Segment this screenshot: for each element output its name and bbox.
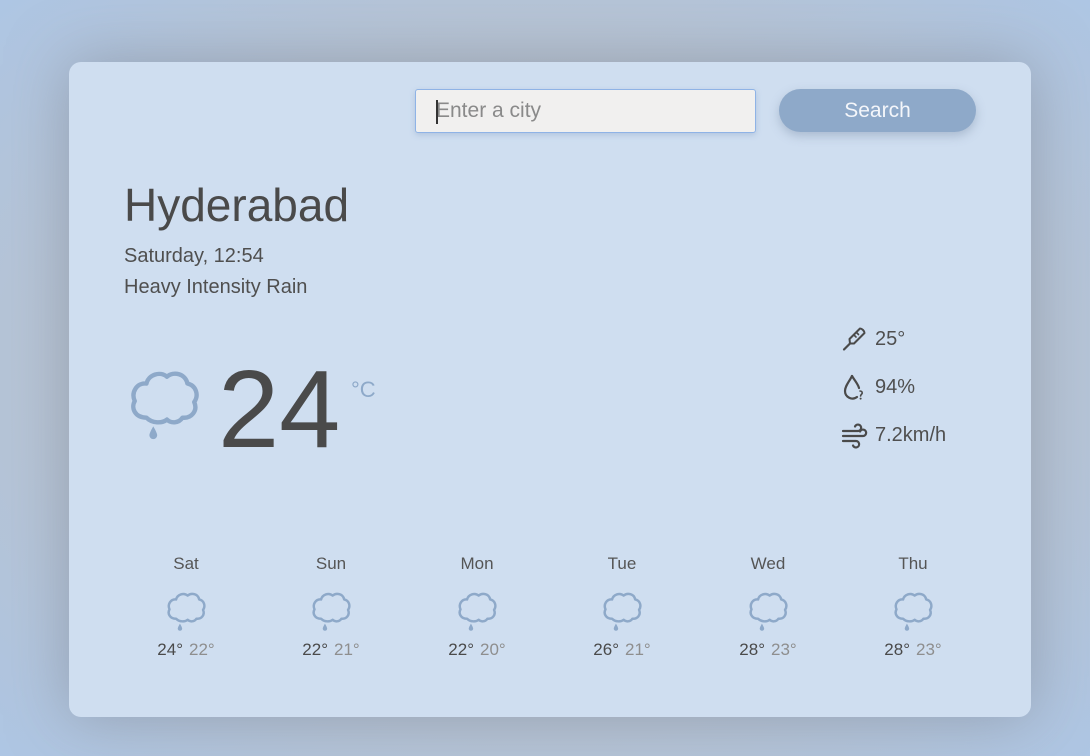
forecast-low: 23° [916, 640, 942, 659]
rain-cloud-icon [600, 588, 644, 634]
forecast-high: 22° [302, 640, 328, 659]
date-time: Saturday, 12:54 [124, 245, 264, 267]
wind-stat: 7.2km/h [840, 420, 946, 450]
forecast-high: 24° [157, 640, 183, 659]
forecast-day-tue: Tue 26° 21° [572, 554, 672, 660]
forecast-low: 21° [625, 640, 651, 659]
forecast-low: 21° [334, 640, 360, 659]
temperature-unit[interactable]: °C [351, 377, 376, 403]
forecast-low: 20° [480, 640, 506, 659]
forecast-day-sun: Sun 22° 21° [281, 554, 381, 660]
feels-like-value: 25° [875, 327, 906, 350]
forecast-day-wed: Wed 28° 23° [718, 554, 818, 660]
feels-like-stat: 25° [840, 324, 905, 354]
search-input[interactable] [415, 89, 756, 133]
forecast-day-label: Mon [460, 554, 494, 573]
text-cursor [436, 100, 438, 124]
current-temperature: 24 [218, 348, 341, 471]
rain-cloud-icon [309, 588, 353, 634]
wind-icon [841, 423, 868, 449]
city-name: Hyderabad [124, 179, 350, 231]
forecast-day-thu: Thu 28° 23° [863, 554, 963, 660]
forecast-day-label: Sun [315, 554, 347, 573]
forecast-day-sat: Sat 24° 22° [136, 554, 236, 660]
humidity-stat: 94% [840, 372, 915, 402]
thermometer-icon [842, 327, 866, 351]
rain-cloud-icon [891, 588, 935, 634]
forecast-high: 22° [448, 640, 474, 659]
forecast-low: 22° [189, 640, 215, 659]
wind-value: 7.2km/h [875, 423, 947, 446]
forecast-day-label: Sat [173, 554, 199, 573]
forecast-day-label: Wed [750, 554, 786, 573]
forecast-low: 23° [771, 640, 797, 659]
rain-cloud-icon [164, 588, 208, 634]
humidity-value: 94% [875, 375, 916, 398]
weather-card: Search Hyderabad Saturday, 12:54 Heavy I… [69, 62, 1031, 717]
forecast-day-label: Thu [898, 554, 928, 573]
weather-condition: Heavy Intensity Rain [124, 276, 308, 298]
forecast-high: 28° [739, 640, 765, 659]
forecast-day-mon: Mon 22° 20° [427, 554, 527, 660]
rain-cloud-icon [746, 588, 790, 634]
humidity-drop-icon [843, 374, 864, 400]
rain-cloud-icon [455, 588, 499, 634]
forecast-day-label: Tue [607, 554, 637, 573]
forecast-high: 28° [884, 640, 910, 659]
rain-cloud-icon [125, 364, 203, 444]
search-button[interactable]: Search [779, 89, 976, 132]
forecast-high: 26° [593, 640, 619, 659]
